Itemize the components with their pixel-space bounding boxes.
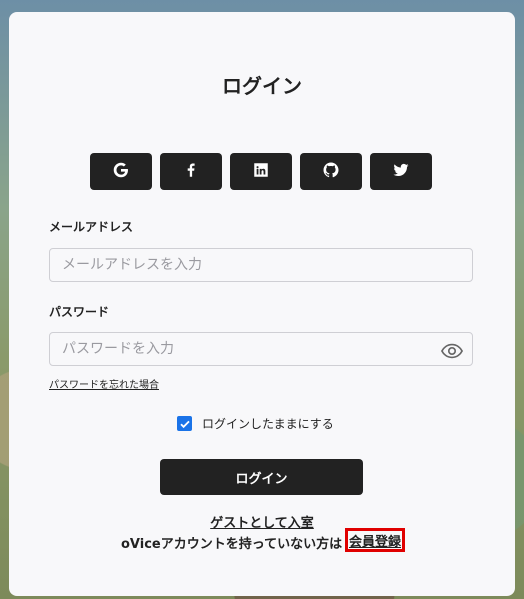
twitter-login-button[interactable] [370, 153, 432, 190]
facebook-login-button[interactable] [160, 153, 222, 190]
login-button[interactable]: ログイン [160, 459, 363, 495]
email-label: メールアドレス [49, 220, 134, 234]
facebook-icon [182, 161, 200, 183]
github-icon [322, 161, 340, 183]
no-account-text: oViceアカウントを持っていない方は [121, 537, 343, 552]
page-title: ログイン [222, 74, 302, 98]
checkmark-icon [179, 420, 190, 428]
guest-link[interactable]: ゲストとして入室 [210, 516, 314, 531]
email-input[interactable] [49, 248, 473, 282]
guest-entry: ゲストとして入室 [9, 512, 515, 531]
remember-checkbox[interactable] [177, 416, 192, 431]
password-label: パスワード [49, 305, 110, 319]
remember-label: ログインしたままにする [202, 417, 334, 431]
github-login-button[interactable] [300, 153, 362, 190]
twitter-icon [392, 161, 410, 183]
google-login-button[interactable] [90, 153, 152, 190]
forgot-password-link[interactable]: パスワードを忘れた場合 [49, 376, 159, 391]
signup-link[interactable]: 会員登録 [345, 528, 405, 552]
login-card: ログイン メールアドレス パスワード パスワードを忘れた場合 ログインしたままに… [9, 12, 515, 596]
password-input[interactable] [49, 332, 473, 366]
google-icon [112, 161, 130, 183]
linkedin-icon [252, 161, 270, 183]
linkedin-login-button[interactable] [230, 153, 292, 190]
eye-icon[interactable] [440, 342, 464, 360]
